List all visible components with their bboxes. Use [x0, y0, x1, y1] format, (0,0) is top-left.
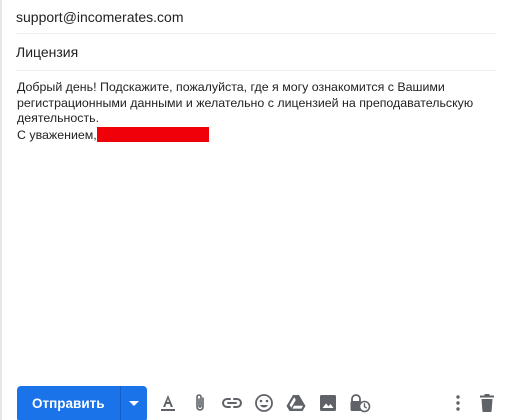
emoji-icon: [255, 394, 273, 412]
redacted-name: [96, 126, 209, 142]
message-body[interactable]: Добрый день! Подскажите, пожалуйста, где…: [17, 80, 501, 143]
to-field[interactable]: support@incomerates.com: [16, 0, 496, 34]
window-edge: [0, 0, 2, 420]
signature-line: С уважением,: [17, 126, 501, 144]
body-line: Добрый день! Подскажите, пожалуйста, где…: [17, 80, 445, 94]
subject-field[interactable]: Лицензия: [16, 34, 496, 71]
send-options-icon: [129, 401, 139, 406]
compose-toolbar: Отправить: [0, 384, 509, 420]
more-options-button[interactable]: [447, 392, 469, 414]
text-format-icon: [161, 395, 175, 411]
link-icon: [222, 398, 242, 408]
confidential-mode-icon: [350, 394, 371, 413]
insert-drive-button[interactable]: [285, 392, 307, 414]
photo-icon: [320, 395, 336, 411]
compose-window: support@incomerates.com Лицензия Добрый …: [0, 0, 509, 420]
send-button[interactable]: Отправить: [17, 386, 120, 420]
delete-icon: [480, 394, 494, 412]
drive-icon: [286, 395, 306, 411]
insert-link-button[interactable]: [221, 392, 243, 414]
attach-button[interactable]: [189, 392, 211, 414]
text-format-button[interactable]: [157, 392, 179, 414]
attach-icon: [196, 394, 204, 411]
send-options-button[interactable]: [120, 386, 147, 420]
body-line: деятельность.: [17, 111, 100, 125]
signature-prefix: С уважением,: [17, 127, 97, 142]
confidential-mode-button[interactable]: [349, 392, 371, 414]
more-options-icon: [456, 395, 460, 411]
discard-draft-button[interactable]: [476, 392, 498, 414]
insert-photo-button[interactable]: [317, 392, 339, 414]
emoji-button[interactable]: [253, 392, 275, 414]
body-line: регистрационными данными и желательно с …: [17, 95, 474, 110]
send-button-group: Отправить: [17, 386, 147, 420]
